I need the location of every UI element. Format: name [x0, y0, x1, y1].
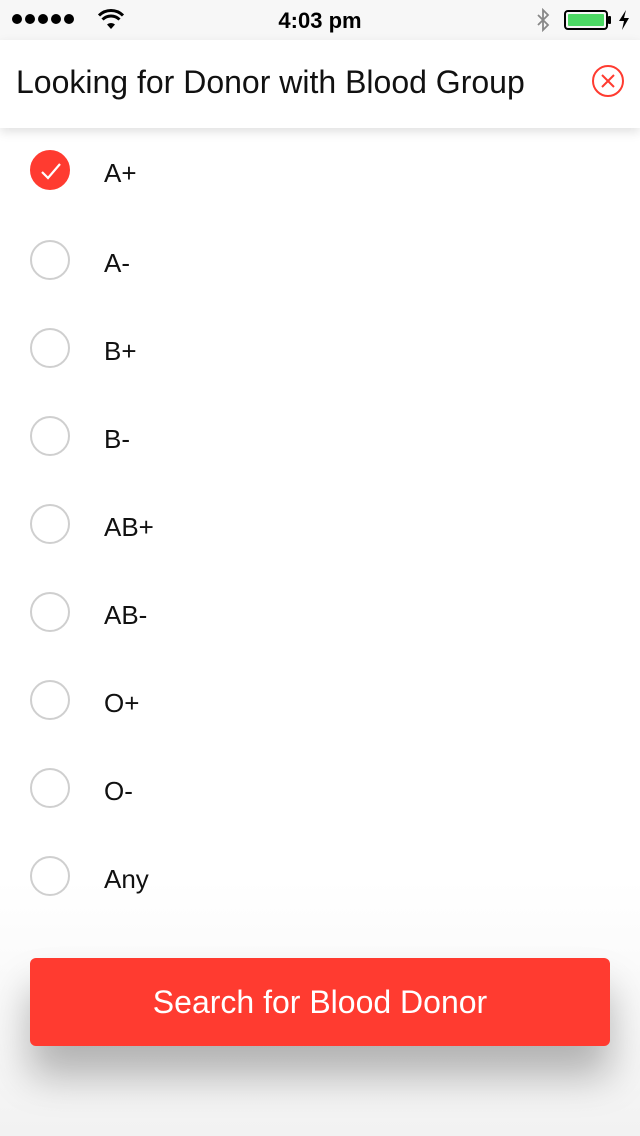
search-blood-donor-button[interactable]: Search for Blood Donor [30, 958, 610, 1046]
radio-unchecked-icon[interactable] [30, 328, 70, 368]
radio-unchecked-icon[interactable] [30, 768, 70, 808]
blood-group-option-any[interactable]: Any [0, 834, 640, 922]
radio-unchecked-icon[interactable] [30, 856, 70, 896]
battery-icon [564, 10, 611, 30]
blood-group-option-ab-neg[interactable]: AB- [0, 570, 640, 658]
option-label: B- [104, 424, 130, 454]
option-label: B+ [104, 336, 137, 366]
blood-group-option-ab-pos[interactable]: AB+ [0, 482, 640, 570]
blood-group-option-b-pos[interactable]: B+ [0, 306, 640, 394]
header: Looking for Donor with Blood Group [0, 40, 640, 128]
blood-group-option-a-neg[interactable]: A- [0, 218, 640, 306]
page-title: Looking for Donor with Blood Group [16, 64, 525, 100]
radio-checked-icon[interactable] [30, 150, 70, 190]
option-label: O- [104, 776, 133, 806]
option-label: O+ [104, 688, 140, 718]
close-circle-icon[interactable] [591, 64, 625, 98]
bluetooth-icon [537, 8, 550, 32]
status-bar: 4:03 pm [0, 0, 640, 40]
radio-unchecked-icon[interactable] [30, 592, 70, 632]
option-label: A+ [104, 158, 137, 188]
checkmark-icon [41, 163, 61, 180]
option-label: AB+ [104, 512, 154, 542]
option-label: Any [104, 864, 149, 894]
radio-unchecked-icon[interactable] [30, 504, 70, 544]
charging-bolt-icon [619, 10, 629, 30]
blood-group-option-o-pos[interactable]: O+ [0, 658, 640, 746]
option-label: A- [104, 248, 130, 278]
blood-group-list: A+ A- B+ B- AB+ AB- O+ O- Any [0, 128, 640, 922]
blood-group-option-b-neg[interactable]: B- [0, 394, 640, 482]
radio-unchecked-icon[interactable] [30, 680, 70, 720]
option-label: AB- [104, 600, 148, 630]
radio-unchecked-icon[interactable] [30, 416, 70, 456]
blood-group-option-a-pos[interactable]: A+ [0, 128, 640, 218]
blood-group-option-o-neg[interactable]: O- [0, 746, 640, 834]
radio-unchecked-icon[interactable] [30, 240, 70, 280]
